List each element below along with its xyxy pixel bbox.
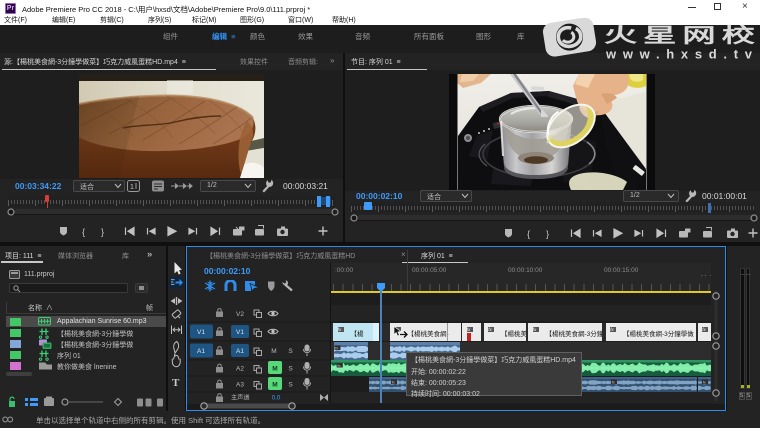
svg-text:M: M: [272, 366, 277, 373]
svg-text:fx: fx: [337, 363, 340, 368]
svg-text:S: S: [288, 366, 293, 373]
svg-text:A1: A1: [236, 348, 244, 355]
svg-text:fx: fx: [702, 379, 705, 384]
svg-text:fx: fx: [611, 379, 614, 384]
svg-text:A2: A2: [236, 366, 244, 373]
svg-text:火星网校: 火星网校: [604, 24, 756, 46]
svg-text:}: }: [101, 227, 104, 238]
svg-text:www.hxsd.tv: www.hxsd.tv: [605, 47, 756, 61]
svg-text:fx: fx: [335, 345, 338, 350]
svg-text:M: M: [272, 382, 277, 389]
svg-text:A3: A3: [236, 382, 244, 389]
svg-text:V2: V2: [236, 311, 244, 318]
svg-text:}: }: [546, 229, 549, 240]
svg-text:V1: V1: [197, 329, 205, 336]
svg-text:M: M: [271, 348, 276, 355]
svg-text:{: {: [527, 229, 530, 240]
svg-text:S: S: [288, 382, 293, 389]
svg-text:1: 1: [130, 184, 134, 191]
svg-text:fx: fx: [391, 379, 394, 384]
svg-text:{: {: [82, 227, 85, 238]
svg-text:S: S: [288, 348, 293, 355]
svg-text:T: T: [172, 377, 180, 389]
svg-text:V1: V1: [236, 329, 244, 336]
svg-text:A1: A1: [197, 348, 205, 355]
